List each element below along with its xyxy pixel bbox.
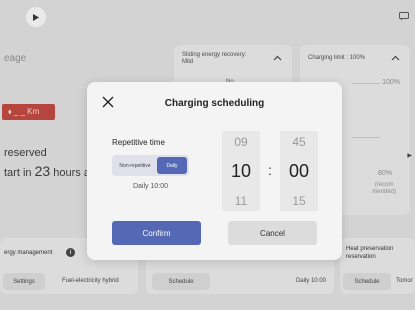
charging-scheduling-dialog: Charging scheduling Repetitive time Non-… <box>87 82 342 260</box>
limit-100-label: 100% <box>382 79 400 86</box>
schedule-button[interactable]: Schedule <box>152 273 210 290</box>
heat-schedule-value: Tomor <box>396 278 413 284</box>
cancel-button[interactable]: Cancel <box>228 221 317 245</box>
hour-next[interactable]: 11 <box>222 194 260 208</box>
mileage-label: eage <box>4 53 27 64</box>
chevron-up-icon[interactable] <box>273 55 282 61</box>
charging-limit-title: Charging limit : 100% <box>308 55 366 61</box>
chevron-up-icon[interactable] <box>391 55 400 61</box>
energy-management-title: ergy management <box>4 250 53 256</box>
hour-picker[interactable]: 09 10 11 <box>222 131 260 211</box>
heat-preservation-title: Heat preservation reservation <box>346 246 394 260</box>
minute-prev[interactable]: 45 <box>280 135 318 149</box>
sliding-energy-title: Sliding energy recovery: Mild <box>182 52 247 65</box>
chat-icon[interactable] <box>399 12 409 21</box>
repetitive-time-label: Repetitive time <box>112 138 165 147</box>
hour-prev[interactable]: 09 <box>222 135 260 149</box>
time-separator: : <box>268 162 272 178</box>
minute-current: 00 <box>288 161 310 181</box>
hour-current: 10 <box>230 161 252 181</box>
daily-option[interactable]: Daily <box>157 157 187 174</box>
reserved-text: reserved <box>4 147 47 159</box>
energy-mode-value: Fuel-electricity hybrid <box>62 278 119 284</box>
start-hours-value: 23 <box>34 163 51 179</box>
play-icon <box>33 13 39 21</box>
heat-schedule-button[interactable]: Schedule <box>343 273 391 290</box>
minute-picker[interactable]: 45 00 15 <box>280 131 318 211</box>
start-in-text: tart in 23 hours a <box>4 163 90 179</box>
info-icon[interactable]: i <box>66 248 75 257</box>
range-badge: ⬧ _ _ Km <box>2 104 55 120</box>
dialog-title: Charging scheduling <box>164 98 265 109</box>
schedule-time-value: Daily 10:00 <box>295 278 326 284</box>
confirm-button[interactable]: Confirm <box>112 221 201 245</box>
minute-next[interactable]: 15 <box>280 194 318 208</box>
limit-tick <box>352 137 380 138</box>
non-repetitive-option[interactable]: Non-repetitive <box>114 157 156 174</box>
play-button[interactable] <box>26 7 46 27</box>
settings-button[interactable]: Settings <box>3 273 45 290</box>
limit-tick <box>352 83 380 84</box>
repeat-mode-toggle: Non-repetitive Daily <box>112 155 189 176</box>
recommended-label: (recom mended) <box>372 182 396 195</box>
limit-80-label: 80% <box>377 170 392 177</box>
heat-preservation-card: Heat preservation reservation Schedule T… <box>340 238 415 294</box>
schedule-summary: Daily 10:00 <box>132 183 169 190</box>
scroll-right-icon[interactable]: ▶ <box>407 152 412 159</box>
